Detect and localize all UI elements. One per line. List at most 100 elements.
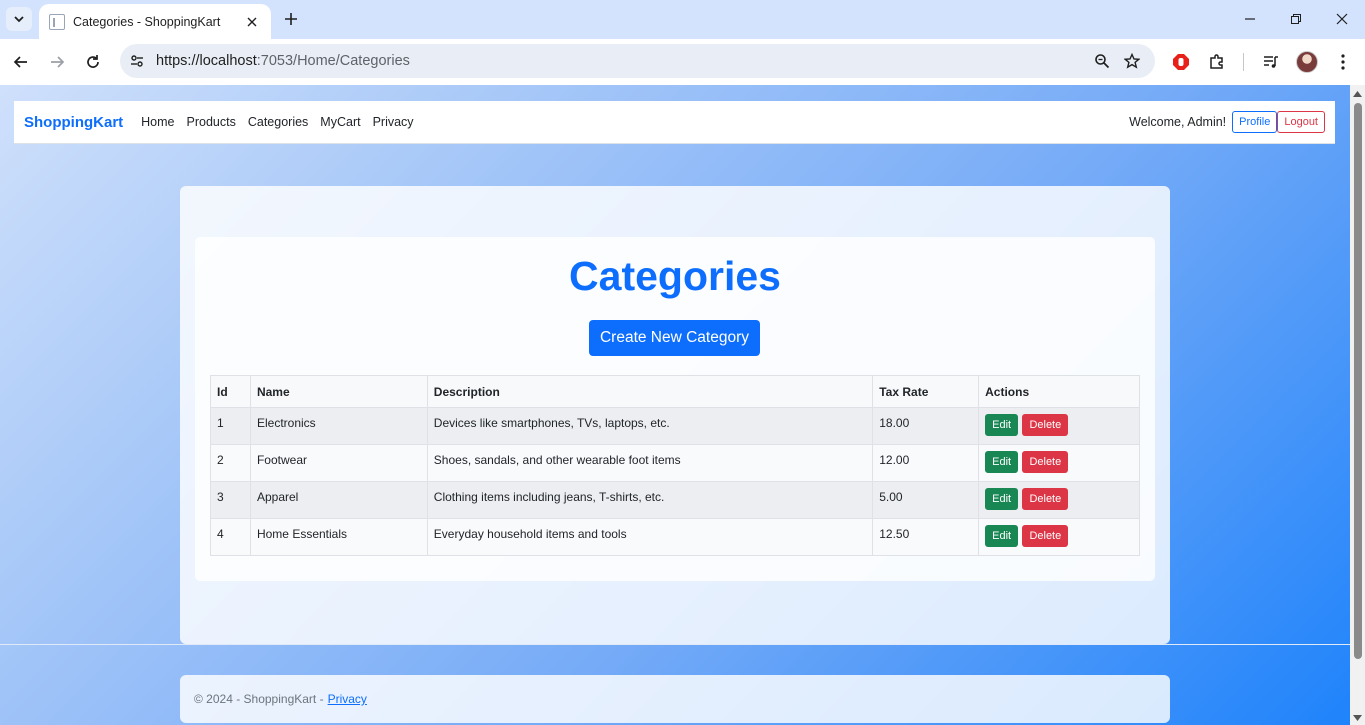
table-row: 4 Home Essentials Everyday household ite… (210, 518, 1140, 556)
restore-window-button[interactable] (1273, 6, 1319, 32)
chevron-down-icon (14, 16, 24, 23)
site-settings-button[interactable] (122, 46, 152, 76)
url-text: https://localhost:7053/Home/Categories (156, 53, 1087, 69)
toolbar-separator (1243, 53, 1244, 71)
cell-id: 1 (210, 407, 251, 445)
close-icon (247, 17, 257, 26)
cell-tax-rate: 12.00 (872, 444, 980, 482)
column-header-name: Name (249, 375, 428, 408)
footer-divider (0, 644, 1350, 645)
close-icon (1336, 13, 1348, 25)
page-scrollbar[interactable] (1350, 85, 1365, 725)
create-category-button[interactable]: Create New Category (589, 320, 760, 356)
adblock-extension-button[interactable] (1167, 48, 1195, 76)
address-bar[interactable]: https://localhost:7053/Home/Categories (120, 44, 1155, 78)
forward-button[interactable] (43, 48, 71, 76)
table-row: 2 Footwear Shoes, sandals, and other wea… (210, 444, 1140, 482)
categories-table: Id Name Description Tax Rate Actions 1 E… (210, 375, 1140, 556)
profile-avatar-button[interactable] (1293, 48, 1321, 76)
page-title: Categories (569, 253, 781, 299)
more-vertical-icon (1341, 54, 1345, 70)
minimize-window-button[interactable] (1227, 6, 1273, 32)
browser-tab-title: Categories - ShoppingKart (73, 14, 221, 29)
avatar (1296, 51, 1318, 73)
tune-icon (131, 55, 143, 67)
nav-link-mycart[interactable]: MyCart (320, 115, 360, 129)
delete-button[interactable]: Delete (1022, 488, 1069, 510)
new-tab-button[interactable] (280, 8, 302, 30)
footer-copyright: © 2024 - ShoppingKart - (194, 692, 324, 706)
tab-close-button[interactable] (243, 13, 261, 31)
edit-button[interactable]: Edit (985, 451, 1019, 473)
page-favicon-icon (49, 13, 65, 30)
cell-id: 4 (210, 518, 251, 556)
tab-search-button[interactable] (6, 7, 32, 31)
plus-icon (285, 13, 297, 25)
main-container: Categories Create New Category Id Name D… (180, 186, 1170, 644)
scroll-up-arrow-icon[interactable] (1353, 89, 1362, 98)
cell-actions: Edit Delete (978, 407, 1140, 445)
footer-privacy-link[interactable]: Privacy (328, 692, 367, 706)
browser-menu-button[interactable] (1329, 48, 1357, 76)
cell-actions: Edit Delete (978, 518, 1140, 556)
table-row: 3 Apparel Clothing items including jeans… (210, 481, 1140, 519)
browser-tabstrip: Categories - ShoppingKart (0, 0, 1365, 39)
cell-id: 3 (210, 481, 251, 519)
cell-id: 2 (210, 444, 251, 482)
column-header-actions: Actions (978, 375, 1140, 408)
site-navbar: ShoppingKart Home Products Categories My… (14, 101, 1335, 144)
playlist-music-icon (1264, 56, 1278, 68)
zoom-button[interactable] (1087, 46, 1117, 76)
edit-button[interactable]: Edit (985, 525, 1019, 547)
page-viewport: ShoppingKart Home Products Categories My… (0, 85, 1350, 725)
restore-icon (1291, 14, 1301, 24)
column-header-description: Description (426, 375, 874, 408)
scrollbar-thumb[interactable] (1354, 103, 1362, 659)
site-brand-link[interactable]: ShoppingKart (24, 114, 123, 131)
media-controls-button[interactable] (1257, 48, 1285, 76)
logout-button[interactable]: Logout (1277, 111, 1325, 133)
cell-name: Footwear (249, 444, 428, 482)
delete-button[interactable]: Delete (1022, 414, 1069, 436)
cell-actions: Edit Delete (978, 481, 1140, 519)
nav-link-categories[interactable]: Categories (248, 115, 308, 129)
delete-button[interactable]: Delete (1022, 451, 1069, 473)
edit-button[interactable]: Edit (985, 488, 1019, 510)
cell-name: Apparel (249, 481, 428, 519)
cell-description: Devices like smartphones, TVs, laptops, … (426, 407, 874, 445)
cell-description: Clothing items including jeans, T-shirts… (426, 481, 874, 519)
cell-tax-rate: 12.50 (872, 518, 980, 556)
user-area: Welcome, Admin! Profile Logout (1129, 111, 1325, 133)
close-window-button[interactable] (1319, 6, 1365, 32)
extensions-button[interactable] (1203, 48, 1231, 76)
minimize-icon (1245, 18, 1255, 20)
reload-button[interactable] (79, 48, 107, 76)
welcome-text: Welcome, Admin! (1129, 115, 1227, 129)
cell-tax-rate: 5.00 (872, 481, 980, 519)
scroll-down-arrow-icon[interactable] (1353, 713, 1362, 722)
column-header-tax-rate: Tax Rate (872, 375, 980, 408)
arrow-left-icon (13, 56, 27, 68)
nav-link-privacy[interactable]: Privacy (373, 115, 414, 129)
nav-link-home[interactable]: Home (141, 115, 174, 129)
bookmark-button[interactable] (1117, 46, 1147, 76)
edit-button[interactable]: Edit (985, 414, 1019, 436)
profile-button[interactable]: Profile (1232, 111, 1278, 133)
column-header-id: Id (210, 375, 251, 408)
arrow-right-icon (51, 56, 65, 68)
browser-tab-active[interactable]: Categories - ShoppingKart (39, 4, 271, 39)
cell-tax-rate: 18.00 (872, 407, 980, 445)
categories-card: Categories Create New Category Id Name D… (195, 237, 1155, 581)
cell-description: Everyday household items and tools (426, 518, 874, 556)
stop-hand-icon (1173, 54, 1189, 70)
back-button[interactable] (7, 48, 35, 76)
puzzle-icon (1210, 54, 1223, 69)
browser-toolbar: https://localhost:7053/Home/Categories (0, 39, 1365, 85)
cell-name: Home Essentials (249, 518, 428, 556)
star-icon (1124, 53, 1140, 69)
cell-actions: Edit Delete (978, 444, 1140, 482)
nav-link-products[interactable]: Products (187, 115, 236, 129)
delete-button[interactable]: Delete (1022, 525, 1069, 547)
cell-name: Electronics (249, 407, 428, 445)
table-header-row: Id Name Description Tax Rate Actions (210, 375, 1140, 408)
